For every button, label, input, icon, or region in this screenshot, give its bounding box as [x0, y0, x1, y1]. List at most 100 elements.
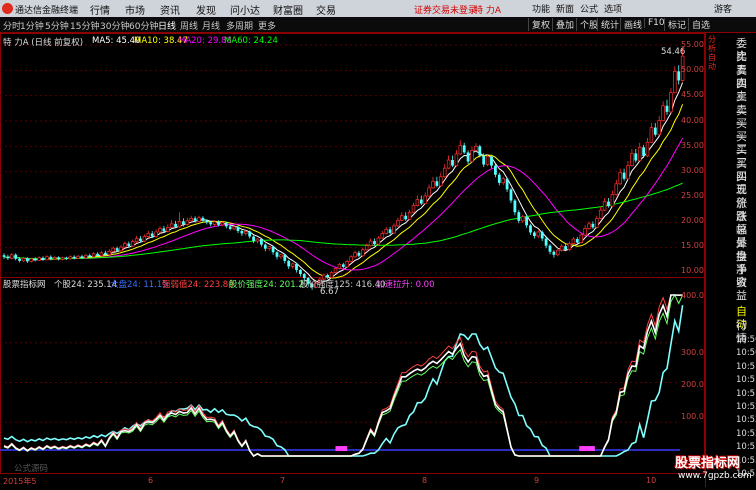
candle-body: [368, 240, 373, 246]
candle-body: [610, 194, 615, 207]
candle-body: [451, 160, 454, 166]
candle-body: [630, 153, 634, 166]
ma60-label: MA60: 24.24: [224, 36, 278, 46]
candle-body: [649, 127, 654, 143]
candle-body: [665, 105, 669, 112]
candle-body: [427, 187, 431, 197]
candle-body: [146, 233, 151, 237]
candle-body: [209, 222, 213, 225]
candle-body: [119, 246, 123, 252]
menu-caifuquan[interactable]: 财富圈: [273, 2, 303, 17]
btn-fuquan[interactable]: 复权: [528, 18, 553, 31]
candle-body: [520, 216, 525, 222]
tick-time: 10:51: [736, 361, 756, 372]
period-multi[interactable]: 多周期: [226, 19, 253, 32]
x-label: 7: [280, 476, 286, 485]
candle-body: [162, 228, 166, 232]
candle-body: [88, 255, 92, 257]
candle-body: [380, 233, 385, 239]
btn-tongji[interactable]: 统计: [597, 18, 622, 31]
menu-xuanxiang[interactable]: 选项: [604, 2, 622, 15]
x-label: 10: [646, 476, 657, 485]
menu-jiaoyi[interactable]: 交易: [316, 2, 336, 17]
period-15min[interactable]: 15分钟: [70, 19, 99, 32]
candle-body: [41, 257, 45, 260]
qiangruo-line: [3, 294, 683, 457]
y-label: 15.00: [681, 241, 704, 250]
candle-body: [602, 201, 607, 211]
formula-hint[interactable]: 公式源码: [14, 462, 48, 474]
period-weekly[interactable]: 周线: [180, 19, 198, 32]
menu-faxian[interactable]: 发现: [196, 2, 216, 17]
candle-body: [80, 256, 84, 258]
candle-body: [252, 236, 255, 242]
candle-body: [189, 217, 193, 222]
period-more[interactable]: 更多: [258, 19, 276, 32]
candle-body: [240, 230, 244, 234]
candle-body: [364, 245, 369, 251]
kline-chart[interactable]: 特 力A (日线 前复权) MA5: 45.40 MA10: 38.47 MA2…: [0, 33, 705, 487]
btn-zixuan[interactable]: 自选: [688, 18, 713, 31]
candle-body: [505, 178, 509, 190]
menu-gongshi[interactable]: 公式: [580, 2, 598, 15]
candle-body: [583, 228, 587, 236]
y-label: 55.00: [681, 40, 704, 49]
candle-body: [653, 127, 657, 135]
period-60min[interactable]: 60分钟: [129, 19, 158, 32]
period-daily[interactable]: 日线: [158, 19, 176, 32]
candle-body: [290, 263, 295, 267]
candle-body: [497, 174, 501, 183]
chart-canvas[interactable]: [0, 33, 705, 487]
btn-diejia[interactable]: 叠加: [552, 18, 577, 31]
candle-body: [60, 257, 65, 260]
candle-body: [567, 243, 572, 251]
side-title: 分析自动: [708, 35, 716, 71]
menu-gongneng[interactable]: 功能: [532, 2, 550, 15]
menu-zixun[interactable]: 资讯: [160, 2, 180, 17]
candle-body: [396, 219, 400, 227]
quote-sidepanel: 分析自动 委比 卖五 卖四 卖三 卖二 卖一 买一 买二 买三 买四 买五 现价 涨跌 涨幅 总量 外盘 换手净…: [705, 33, 756, 487]
candle-body: [677, 71, 681, 81]
candle-body: [517, 212, 521, 221]
guest-label[interactable]: 游客: [714, 2, 732, 15]
menu-hangqing[interactable]: 行情: [90, 2, 110, 17]
period-monthly[interactable]: 月线: [202, 19, 220, 32]
candle-body: [271, 246, 275, 253]
candle-body: [232, 226, 236, 230]
candle-body: [99, 252, 104, 257]
qiangdu125-line: [3, 305, 684, 457]
menu-wenxiaoda[interactable]: 问小达: [230, 2, 260, 17]
btn-huaxian[interactable]: 画线: [620, 18, 645, 31]
period-1min[interactable]: 1分钟: [20, 19, 44, 32]
candle-body: [544, 238, 548, 246]
period-fenshi[interactable]: 分时: [3, 19, 21, 32]
candle-body: [349, 256, 353, 262]
tick-time: 10:50: [736, 335, 756, 345]
btn-biaoji[interactable]: 标记: [664, 18, 689, 31]
period-30min[interactable]: 30分钟: [100, 19, 129, 32]
ind-y-label: 100.0: [681, 412, 704, 421]
candle-body: [435, 181, 439, 186]
candle-body: [217, 221, 220, 225]
stock-name: 特 力A: [474, 6, 502, 16]
candle-body: [341, 264, 345, 267]
candle-body: [115, 248, 119, 251]
candle-body: [598, 209, 603, 219]
candle-body: [591, 223, 595, 228]
candle-body: [68, 256, 73, 260]
menu-shichang[interactable]: 市场: [125, 2, 145, 17]
login-alert[interactable]: 证券交易未登录: [414, 3, 477, 16]
x-label: 2015年5: [3, 477, 37, 486]
candle-body: [548, 245, 552, 252]
ind-y-label: 300.0: [681, 348, 704, 357]
candle-body: [384, 229, 388, 234]
menu-xinmian[interactable]: 新面: [556, 2, 574, 15]
period-5min[interactable]: 5分钟: [45, 19, 69, 32]
candle-body: [166, 227, 170, 232]
candle-body: [142, 236, 147, 242]
candle-body: [26, 258, 29, 262]
indicator-grid: [0, 302, 680, 451]
candle-body: [29, 258, 34, 262]
tick-time: 10:52: [736, 428, 756, 439]
tick-time: 10:52: [736, 415, 756, 426]
